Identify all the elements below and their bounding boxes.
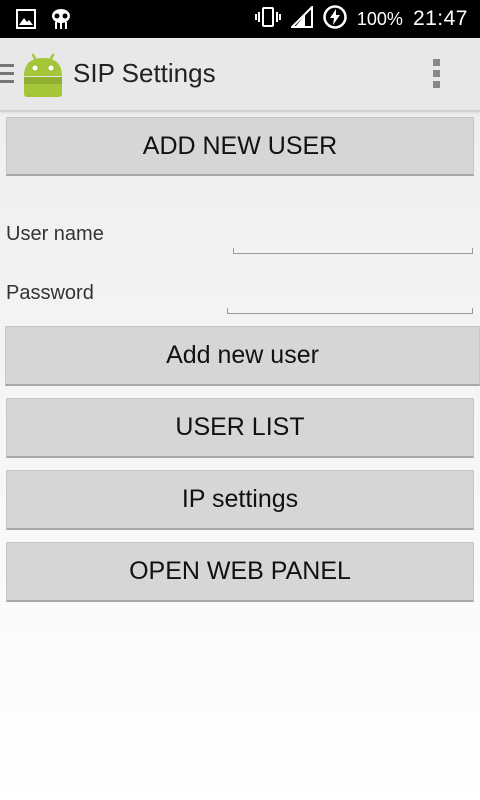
vibrate-icon	[254, 6, 281, 32]
drawer-icon[interactable]	[0, 62, 16, 91]
app-title: SIP Settings	[73, 58, 216, 88]
password-input[interactable]	[227, 306, 473, 314]
user-list-button[interactable]: USER LIST	[6, 398, 474, 458]
overflow-menu-icon[interactable]	[432, 58, 442, 95]
signal-icon	[289, 4, 313, 33]
add-user-button[interactable]: Add new user	[5, 326, 480, 386]
battery-percent: 100%	[356, 8, 403, 29]
open-web-panel-button[interactable]: OPEN WEB PANEL	[6, 542, 474, 602]
username-input[interactable]	[233, 246, 473, 254]
charging-icon	[323, 4, 347, 34]
ip-settings-button[interactable]: IP settings	[6, 470, 474, 530]
cyanogen-icon	[50, 7, 72, 36]
username-label: User name	[6, 223, 104, 245]
gallery-icon	[16, 9, 36, 34]
clock: 21:47	[412, 7, 468, 30]
android-app-icon[interactable]	[22, 52, 64, 103]
password-label: Password	[6, 282, 94, 304]
status-bar: 100% 21:47	[0, 0, 480, 38]
add-new-user-section-button[interactable]: ADD NEW USER	[6, 117, 474, 176]
action-bar: SIP Settings	[0, 38, 480, 112]
